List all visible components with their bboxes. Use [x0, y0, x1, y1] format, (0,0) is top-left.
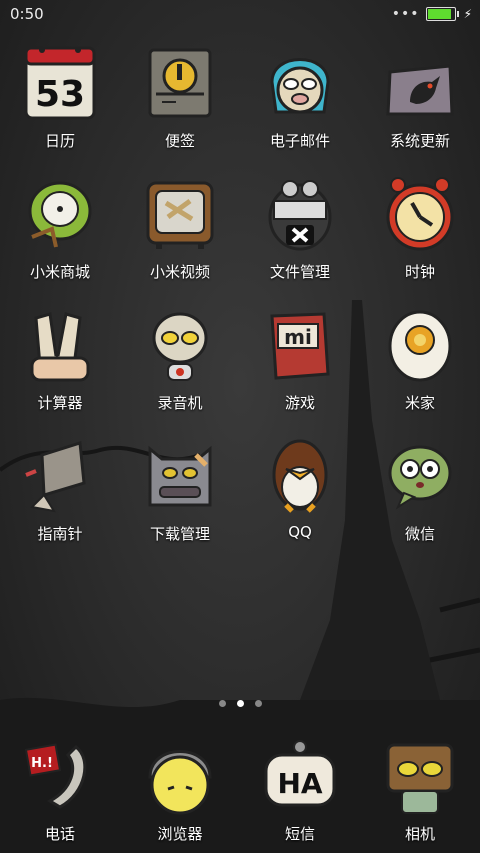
- app-label: 便签: [164, 132, 195, 150]
- email-icon: [260, 40, 340, 124]
- phone-sign-text: H.!: [31, 756, 53, 771]
- downloads-icon: [140, 433, 220, 517]
- app-label: 微信: [404, 525, 435, 543]
- app-label: 指南针: [37, 525, 83, 543]
- system-update-icon: [380, 40, 460, 124]
- file-manager-icon: [260, 171, 340, 255]
- app-calculator[interactable]: 计算器: [0, 302, 120, 433]
- messages-bubble-text: HA: [277, 767, 322, 800]
- app-label: 小米视频: [149, 263, 210, 281]
- games-icon: mi: [260, 302, 340, 386]
- dock-messages[interactable]: HA 短信: [240, 735, 360, 853]
- compass-icon: [20, 433, 100, 517]
- app-compass[interactable]: 指南针: [0, 433, 120, 564]
- status-bar: 0:50 ••• ⚡: [0, 0, 480, 28]
- app-wechat[interactable]: 微信: [360, 433, 480, 564]
- app-notes[interactable]: 便签: [120, 40, 240, 171]
- mi-store-icon: [20, 171, 100, 255]
- app-label: 电话: [44, 825, 75, 843]
- app-label: QQ: [288, 523, 312, 541]
- mijia-icon: [380, 302, 460, 386]
- battery-fill: [427, 9, 451, 19]
- app-mi-store[interactable]: 小米商城: [0, 171, 120, 302]
- app-system-update[interactable]: 系统更新: [360, 40, 480, 171]
- dock-phone[interactable]: H.! 电话: [0, 735, 120, 853]
- qq-icon: [260, 433, 340, 517]
- clock-icon: [380, 171, 460, 255]
- app-mijia[interactable]: 米家: [360, 302, 480, 433]
- app-downloads[interactable]: 下载管理: [120, 433, 240, 564]
- app-label: 日历: [44, 132, 75, 150]
- phone-icon: H.!: [20, 735, 100, 819]
- page-dot-active[interactable]: [236, 700, 244, 707]
- app-label: 下载管理: [149, 525, 210, 543]
- app-label: 电子邮件: [269, 132, 330, 150]
- wechat-icon: [380, 433, 460, 517]
- battery-icon: [425, 7, 459, 21]
- page-dot[interactable]: [218, 700, 226, 707]
- calendar-date-text: 53: [35, 74, 85, 115]
- app-file-manager[interactable]: 文件管理: [240, 171, 360, 302]
- app-label: 相机: [404, 825, 435, 843]
- app-label: 短信: [284, 825, 315, 843]
- dock: H.! 电话 浏览器 HA 短信 相机: [0, 735, 480, 853]
- app-mi-video[interactable]: 小米视频: [120, 171, 240, 302]
- app-label: 时钟: [404, 263, 435, 281]
- app-grid: 53 日历 便签 电子邮件 系统更新 小米商城 小米视频 文件管理 时钟 计算器…: [0, 40, 480, 564]
- games-logo-text: mi: [284, 325, 312, 349]
- app-calendar[interactable]: 53 日历: [0, 40, 120, 171]
- app-recorder[interactable]: 录音机: [120, 302, 240, 433]
- notes-icon: [140, 40, 220, 124]
- status-time: 0:50: [10, 5, 44, 23]
- app-games[interactable]: mi 游戏: [240, 302, 360, 433]
- dock-camera[interactable]: 相机: [360, 735, 480, 853]
- app-label: 计算器: [37, 394, 83, 412]
- app-label: 米家: [404, 394, 435, 412]
- calculator-icon: [20, 302, 100, 386]
- recorder-icon: [140, 302, 220, 386]
- browser-icon: [140, 735, 220, 819]
- app-label: 小米商城: [29, 263, 90, 281]
- app-label: 系统更新: [389, 132, 450, 150]
- app-clock[interactable]: 时钟: [360, 171, 480, 302]
- mi-video-icon: [140, 171, 220, 255]
- page-indicator: [0, 700, 480, 707]
- notification-dots: •••: [391, 6, 420, 22]
- app-email[interactable]: 电子邮件: [240, 40, 360, 171]
- messages-icon: HA: [260, 735, 340, 819]
- app-label: 游戏: [284, 394, 315, 412]
- page-dot[interactable]: [254, 700, 262, 707]
- calendar-icon: 53: [20, 40, 100, 124]
- app-label: 录音机: [157, 394, 203, 412]
- bolt-icon: ⚡: [463, 7, 472, 21]
- app-label: 文件管理: [269, 263, 330, 281]
- camera-icon: [380, 735, 460, 819]
- dock-browser[interactable]: 浏览器: [120, 735, 240, 853]
- app-qq[interactable]: QQ: [240, 433, 360, 564]
- status-right: ••• ⚡: [392, 7, 472, 21]
- app-label: 浏览器: [157, 825, 203, 843]
